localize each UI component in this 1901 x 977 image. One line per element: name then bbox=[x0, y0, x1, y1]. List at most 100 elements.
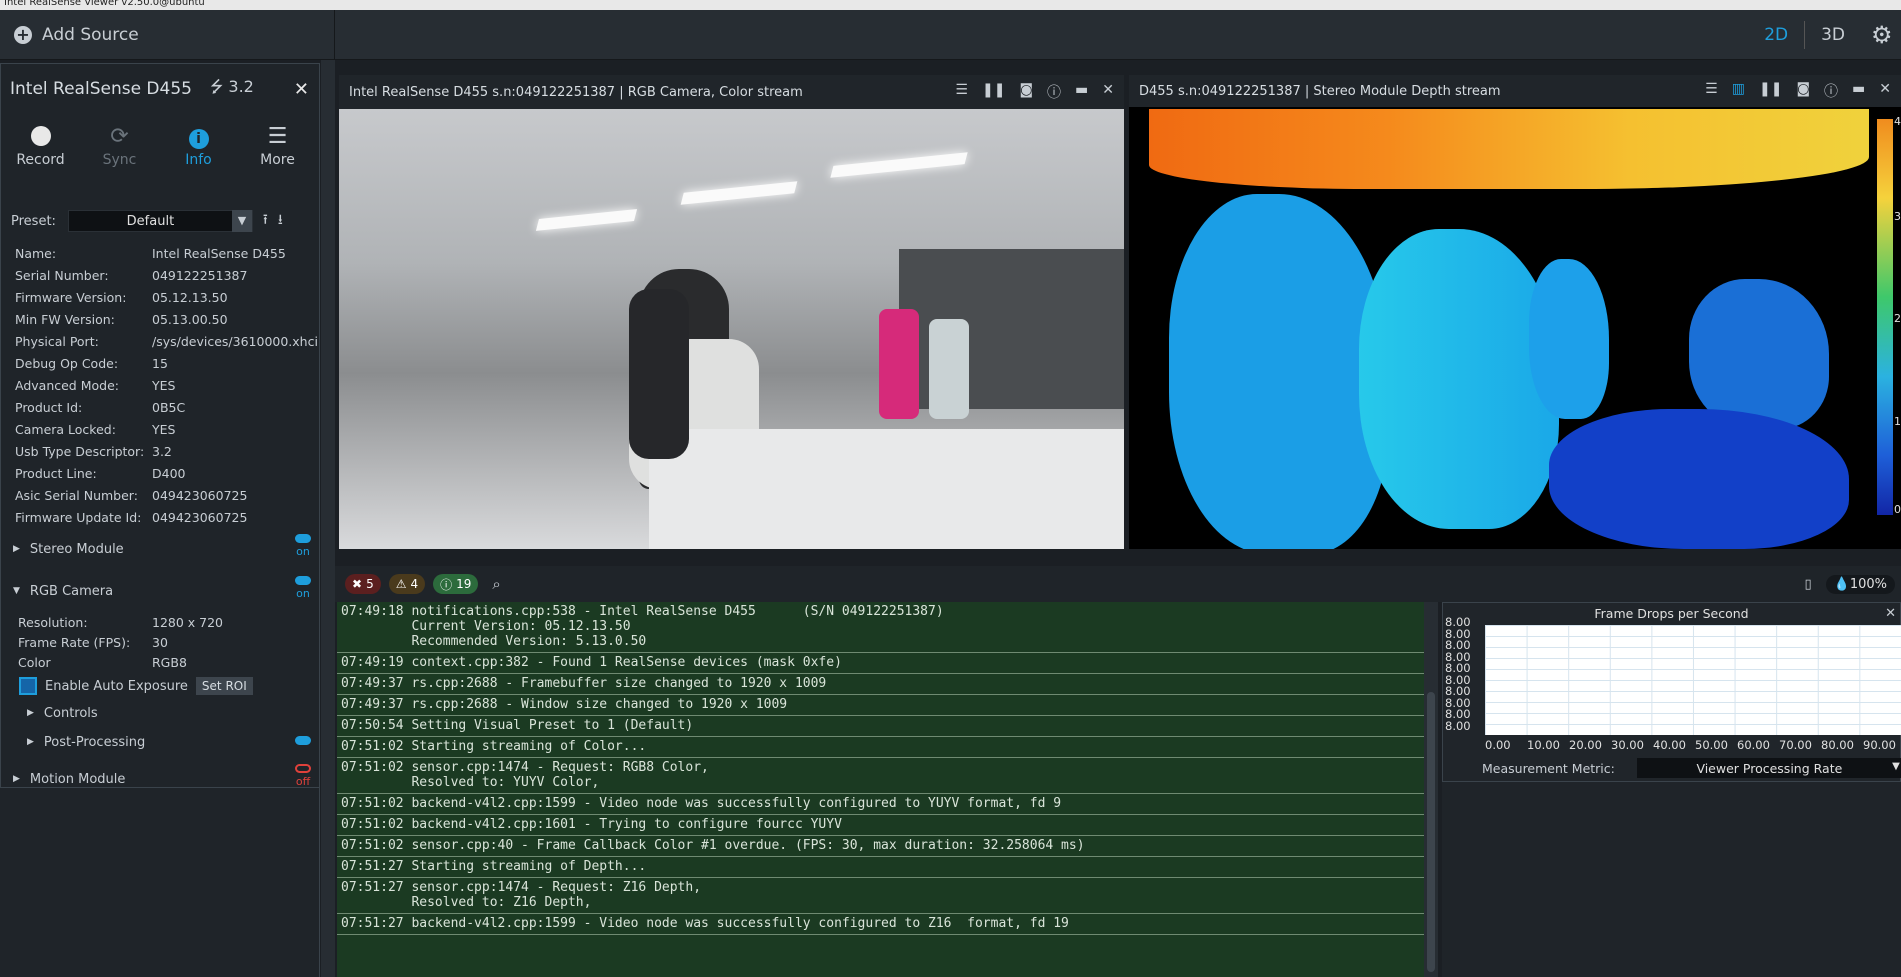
resolution-row[interactable]: Resolution: 1280 x 720 bbox=[1, 612, 319, 632]
fps-label: Frame Rate (FPS): bbox=[18, 634, 131, 650]
measurement-metric-dropdown[interactable]: Viewer Processing Rate ▼ bbox=[1636, 758, 1901, 778]
info-icon[interactable]: ⓘ bbox=[1824, 81, 1838, 101]
fps-row[interactable]: Frame Rate (FPS): 30 bbox=[1, 632, 319, 652]
opacity-button[interactable]: 💧100% bbox=[1825, 574, 1895, 594]
info-key: Asic Serial Number: bbox=[15, 487, 138, 503]
stereo-module-section[interactable]: ▶ Stereo Module on bbox=[1, 528, 319, 570]
sidebar-splitter[interactable] bbox=[321, 60, 335, 977]
add-source-button[interactable]: + Add Source bbox=[0, 10, 335, 60]
download-icon[interactable]: ⭳ bbox=[278, 209, 283, 233]
expand-icon: ▶ bbox=[27, 708, 34, 718]
search-icon[interactable]: ⌕ bbox=[492, 575, 500, 593]
log-entry[interactable]: 07:51:27 sensor.cpp:1474 - Request: Z16 … bbox=[337, 878, 1424, 914]
desk-shape bbox=[649, 429, 1124, 549]
info-label: Info bbox=[185, 152, 212, 168]
preset-dropdown[interactable]: Default ▼ bbox=[67, 210, 253, 232]
log-entry[interactable]: 07:51:02 backend-v4l2.cpp:1599 - Video n… bbox=[337, 794, 1424, 815]
trash-icon[interactable]: ▯ bbox=[1804, 577, 1811, 592]
controls-section[interactable]: ▶ Controls bbox=[1, 700, 319, 726]
info-value: D400 bbox=[152, 465, 186, 481]
log-list[interactable]: 07:49:18 notifications.cpp:538 - Intel R… bbox=[337, 602, 1424, 977]
view-2d-button[interactable]: 2D bbox=[1748, 25, 1804, 45]
log-entry[interactable]: 07:51:02 Starting streaming of Color... bbox=[337, 737, 1424, 758]
x-tick-label: 30.00 bbox=[1611, 738, 1644, 752]
info-value: 049423060725 bbox=[152, 487, 248, 503]
view-3d-button[interactable]: 3D bbox=[1805, 25, 1861, 45]
info-count: 19 bbox=[456, 577, 472, 591]
log-entry[interactable]: 07:51:27 backend-v4l2.cpp:1599 - Video n… bbox=[337, 914, 1424, 935]
info-icon[interactable]: ⓘ bbox=[1047, 82, 1061, 102]
info-row: Min FW Version: 05.13.00.50 bbox=[1, 308, 319, 330]
rgb-camera-toggle[interactable]: on bbox=[295, 576, 311, 600]
log-entry[interactable]: 07:49:19 context.cpp:382 - Found 1 RealS… bbox=[337, 653, 1424, 674]
camera-icon[interactable]: ◙ bbox=[1796, 81, 1810, 101]
more-label: More bbox=[260, 152, 295, 168]
auto-exposure-checkbox[interactable] bbox=[19, 677, 37, 695]
motion-module-toggle[interactable]: off bbox=[295, 764, 311, 788]
error-filter-button[interactable]: ✖ 5 bbox=[345, 574, 381, 594]
info-value: Intel RealSense D455 bbox=[152, 245, 286, 261]
log-entry[interactable]: 07:51:02 sensor.cpp:40 - Frame Callback … bbox=[337, 836, 1424, 857]
fps-value: 30 bbox=[152, 634, 168, 650]
info-button[interactable]: i Info bbox=[159, 114, 238, 200]
record-button[interactable]: Record bbox=[1, 114, 80, 200]
rgb-stream-view[interactable]: Intel RealSense D455 s.n:049122251387 | … bbox=[339, 75, 1124, 549]
log-entry[interactable]: 07:51:02 sensor.cpp:1474 - Request: RGB8… bbox=[337, 758, 1424, 794]
info-value: 049122251387 bbox=[152, 267, 248, 283]
pause-icon[interactable]: ❚❚ bbox=[982, 82, 1005, 102]
sync-button[interactable]: ⟳ Sync bbox=[80, 114, 159, 200]
device-header: Intel RealSense D455 ⭍ 3.2 ✕ bbox=[1, 64, 319, 114]
info-row: Asic Serial Number: 049423060725 bbox=[1, 484, 319, 506]
pause-icon[interactable]: ❚❚ bbox=[1759, 81, 1782, 101]
close-icon[interactable]: ✕ bbox=[1879, 81, 1891, 101]
stereo-module-toggle[interactable]: on bbox=[295, 534, 311, 558]
x-tick-label: 0.00 bbox=[1485, 738, 1511, 752]
y-axis-labels: 8.00 8.00 8.00 8.00 8.00 8.00 8.00 8.00 … bbox=[1445, 616, 1485, 732]
upload-icon[interactable]: ⭱ bbox=[263, 209, 268, 233]
info-value: YES bbox=[152, 421, 176, 437]
histogram-icon[interactable]: ▥ bbox=[1732, 81, 1745, 101]
info-filter-button[interactable]: ⓘ 19 bbox=[433, 574, 479, 594]
expand-icon: ▶ bbox=[13, 544, 20, 554]
x-tick-label: 40.00 bbox=[1653, 738, 1686, 752]
color-format-row[interactable]: Color RGB8 bbox=[1, 652, 319, 672]
log-entry[interactable]: 07:51:02 backend-v4l2.cpp:1601 - Trying … bbox=[337, 815, 1424, 836]
metrics-panel-header: Frame Drops per Second ✕ bbox=[1443, 603, 1900, 625]
camera-icon[interactable]: ◙ bbox=[1019, 82, 1033, 102]
info-value: 05.12.13.50 bbox=[152, 289, 228, 305]
x-tick-label: 70.00 bbox=[1779, 738, 1812, 752]
log-scrollbar[interactable] bbox=[1424, 602, 1438, 977]
depth-region bbox=[1549, 409, 1849, 549]
log-entry[interactable]: 07:50:54 Setting Visual Preset to 1 (Def… bbox=[337, 716, 1424, 737]
log-entry[interactable]: 07:51:27 Starting streaming of Depth... bbox=[337, 857, 1424, 878]
depth-stream-view[interactable]: D455 s.n:049122251387 | Stereo Module De… bbox=[1129, 75, 1901, 549]
measurement-metric-label: Measurement Metric: bbox=[1482, 760, 1615, 776]
post-processing-label: Post-Processing bbox=[43, 734, 146, 750]
post-processing-toggle[interactable] bbox=[295, 736, 311, 747]
auto-exposure-label: Enable Auto Exposure bbox=[45, 678, 188, 694]
post-processing-section[interactable]: ▶ Post-Processing bbox=[1, 726, 319, 758]
log-entry[interactable]: 07:49:18 notifications.cpp:538 - Intel R… bbox=[337, 602, 1424, 653]
list-icon[interactable]: ☰ bbox=[1705, 81, 1718, 101]
rgb-camera-section[interactable]: ▼ RGB Camera on bbox=[1, 570, 319, 612]
gear-icon[interactable]: ⚙ bbox=[1871, 22, 1897, 48]
list-icon[interactable]: ☰ bbox=[955, 82, 968, 102]
close-icon[interactable]: ✕ bbox=[1102, 82, 1114, 102]
colorbar-tick: 1 bbox=[1894, 415, 1901, 428]
warning-filter-button[interactable]: ⚠ 4 bbox=[388, 574, 426, 594]
log-entry[interactable]: 07:49:37 rs.cpp:2688 - Framebuffer size … bbox=[337, 674, 1424, 695]
device-panel: Intel RealSense D455 ⭍ 3.2 ✕ Record ⟳ Sy… bbox=[0, 63, 320, 788]
log-scrollbar-thumb[interactable] bbox=[1427, 692, 1435, 972]
controls-label: Controls bbox=[43, 705, 98, 721]
maximize-icon[interactable]: ▬ bbox=[1852, 81, 1865, 101]
more-button[interactable]: ☰ More bbox=[238, 114, 317, 200]
close-device-icon[interactable]: ✕ bbox=[294, 79, 309, 100]
set-roi-button[interactable]: Set ROI bbox=[195, 677, 253, 695]
warning-icon: ⚠ bbox=[395, 577, 407, 591]
maximize-icon[interactable]: ▬ bbox=[1075, 82, 1088, 102]
resolution-label: Resolution: bbox=[18, 614, 88, 630]
menu-icon: ☰ bbox=[267, 124, 288, 149]
plus-icon: + bbox=[14, 26, 32, 44]
close-icon[interactable]: ✕ bbox=[1885, 603, 1896, 625]
log-entry[interactable]: 07:49:37 rs.cpp:2688 - Window size chang… bbox=[337, 695, 1424, 716]
